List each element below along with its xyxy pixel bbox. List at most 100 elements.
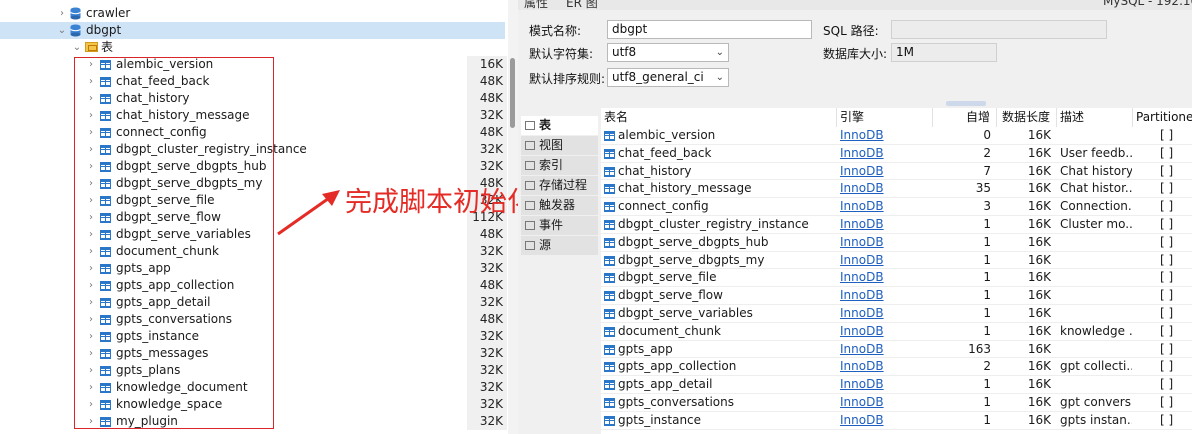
cell-name: gpts_app_collection <box>618 359 737 374</box>
tab-properties[interactable]: 属性 <box>524 0 548 11</box>
tree-table-size: 48K <box>467 226 507 243</box>
nav-views-icon <box>525 141 535 150</box>
object-properties-pane: 属性 ER 图 MySQL - 192.168 模式名称: dbgpt SQL … <box>518 0 1192 434</box>
db-size-input[interactable]: 1M <box>891 43 997 62</box>
nav-triggers[interactable]: 触发器 <box>521 196 598 215</box>
cell-engine[interactable]: InnoDB <box>840 358 932 375</box>
table-icon <box>604 166 615 177</box>
cell-engine[interactable]: InnoDB <box>840 252 932 269</box>
table-row[interactable]: gpts_app_detail InnoDB 1 16K [ ] <box>601 376 1192 394</box>
tree-table-size: 48K <box>467 90 507 107</box>
cell-engine[interactable]: InnoDB <box>840 323 932 340</box>
table-row[interactable]: chat_feed_back InnoDB 2 16K User feedb... [ ] <box>601 145 1192 163</box>
chevron-down-icon[interactable]: ⌄ <box>72 39 82 56</box>
tab-bar: 属性 ER 图 MySQL - 192.168 <box>518 0 1192 10</box>
table-row[interactable]: dbgpt_serve_dbgpts_my InnoDB 1 16K [ ] <box>601 252 1192 270</box>
table-icon <box>604 326 615 337</box>
nav-indexes-icon <box>525 161 535 170</box>
cell-description: Chat histor... <box>1060 181 1132 196</box>
table-row[interactable]: dbgpt_serve_flow InnoDB 1 16K [ ] <box>601 287 1192 305</box>
table-row[interactable]: gpts_app InnoDB 163 16K [ ] <box>601 341 1192 359</box>
table-row[interactable]: chat_history_message InnoDB 35 16K Chat hist… <box>601 180 1192 199</box>
table-row[interactable]: dbgpt_serve_variables InnoDB 1 16K [ ] <box>601 305 1192 323</box>
tree-db-crawler[interactable]: › crawler <box>0 5 505 22</box>
table-icon <box>604 362 615 373</box>
cell-engine[interactable]: InnoDB <box>840 198 932 215</box>
cell-description: gpt convers... <box>1060 395 1132 409</box>
cell-engine[interactable]: InnoDB <box>840 412 932 429</box>
cell-engine[interactable]: InnoDB <box>840 234 932 251</box>
cell-engine[interactable]: InnoDB <box>840 127 932 144</box>
table-row[interactable]: alembic_version InnoDB 0 16K [ ] <box>601 127 1192 145</box>
nav-indexes[interactable]: 索引 <box>521 156 598 175</box>
database-icon <box>70 24 81 37</box>
cell-data-length: 16K <box>1027 252 1051 267</box>
column-header-data-length[interactable]: 数据长度 <box>997 108 1057 127</box>
table-row[interactable]: document_chunk InnoDB 1 16K knowledge ... [ ] <box>601 323 1192 341</box>
tab-er-diagram[interactable]: ER 图 <box>566 0 598 11</box>
table-row[interactable]: gpts_app_collection InnoDB 2 16K gpt collect… <box>601 358 1192 377</box>
chevron-down-icon[interactable]: ⌄ <box>57 22 67 39</box>
cell-data-length: 16K <box>1027 217 1051 231</box>
tree-folder-tables[interactable]: ⌄ 表 <box>0 39 505 56</box>
column-header-engine[interactable]: 引擎 <box>837 108 933 127</box>
table-row[interactable]: gpts_conversations InnoDB 1 16K gpt convers.… <box>601 394 1192 412</box>
tree-scrollbar-thumb[interactable] <box>510 58 515 128</box>
database-icon <box>70 7 81 20</box>
cell-engine[interactable]: InnoDB <box>840 341 932 358</box>
cell-engine[interactable]: InnoDB <box>840 145 932 162</box>
nav-views[interactable]: 视图 <box>521 136 598 155</box>
cell-engine[interactable]: InnoDB <box>840 305 932 322</box>
pane-splitter[interactable] <box>946 101 986 106</box>
cell-name: chat_feed_back <box>618 145 712 160</box>
nav-events-icon <box>525 221 535 230</box>
cell-description: gpts instan... <box>1060 412 1132 427</box>
sql-path-input[interactable] <box>891 20 1107 39</box>
cell-auto-increment: 1 <box>983 252 991 267</box>
cell-engine[interactable]: InnoDB <box>840 216 932 233</box>
table-row[interactable]: chat_history InnoDB 7 16K Chat history [ ] <box>601 163 1192 181</box>
cell-name: dbgpt_serve_variables <box>618 306 753 320</box>
nav-triggers-icon <box>525 201 535 210</box>
tree-table-size: 32K <box>467 260 507 277</box>
tree-db-dbgpt[interactable]: ⌄ dbgpt <box>0 22 505 39</box>
charset-select[interactable]: utf8 ⌄ <box>607 43 729 62</box>
nav-events[interactable]: 事件 <box>521 216 598 235</box>
chevron-right-icon[interactable]: › <box>57 5 67 22</box>
column-header-auto-increment[interactable]: 自增 <box>933 108 997 127</box>
cell-data-length: 16K <box>1027 199 1051 214</box>
collation-value: utf8_general_ci <box>612 70 704 84</box>
cell-auto-increment: 1 <box>983 412 991 427</box>
model-name-input[interactable]: dbgpt <box>607 20 812 39</box>
collation-select[interactable]: utf8_general_ci ⌄ <box>607 68 729 87</box>
table-row[interactable]: dbgpt_serve_file InnoDB 1 16K [ ] <box>601 269 1192 288</box>
cell-auto-increment: 3 <box>983 199 991 214</box>
cell-engine[interactable]: InnoDB <box>840 287 932 304</box>
table-icon <box>604 255 615 266</box>
table-row[interactable]: gpts_instance InnoDB 1 16K gpts instan... [ ] <box>601 412 1192 430</box>
nav-procedures[interactable]: 存储过程 <box>521 176 598 195</box>
column-header-partitioned[interactable]: Partitioned <box>1133 108 1192 127</box>
cell-engine[interactable]: InnoDB <box>840 163 932 180</box>
table-row[interactable]: dbgpt_cluster_registry_instance InnoDB 1 16… <box>601 216 1192 234</box>
table-row[interactable]: connect_config InnoDB 3 16K Connection... [ ] <box>601 198 1192 216</box>
cell-data-length: 16K <box>1027 288 1051 303</box>
cell-data-length: 16K <box>1027 341 1051 356</box>
cell-engine[interactable]: InnoDB <box>840 376 932 393</box>
table-row[interactable]: dbgpt_serve_dbgpts_hub InnoDB 1 16K [ ] <box>601 234 1192 252</box>
table-icon <box>604 398 615 408</box>
cell-engine[interactable]: InnoDB <box>840 180 932 197</box>
cell-partitioned: [ ] <box>1160 412 1174 427</box>
cell-auto-increment: 1 <box>983 377 991 392</box>
nav-label: 源 <box>539 238 552 252</box>
cell-name: chat_history_message <box>618 181 752 196</box>
column-header-name[interactable]: 表名 <box>601 108 837 127</box>
cell-name: gpts_app_detail <box>618 377 713 392</box>
cell-name: connect_config <box>618 199 709 214</box>
cell-engine[interactable]: InnoDB <box>840 269 932 286</box>
nav-tables[interactable]: 表 <box>521 116 598 135</box>
cell-description: knowledge ... <box>1060 323 1132 338</box>
cell-engine[interactable]: InnoDB <box>840 394 932 411</box>
nav-source[interactable]: 源 <box>521 236 598 255</box>
column-header-description[interactable]: 描述 <box>1057 108 1133 127</box>
